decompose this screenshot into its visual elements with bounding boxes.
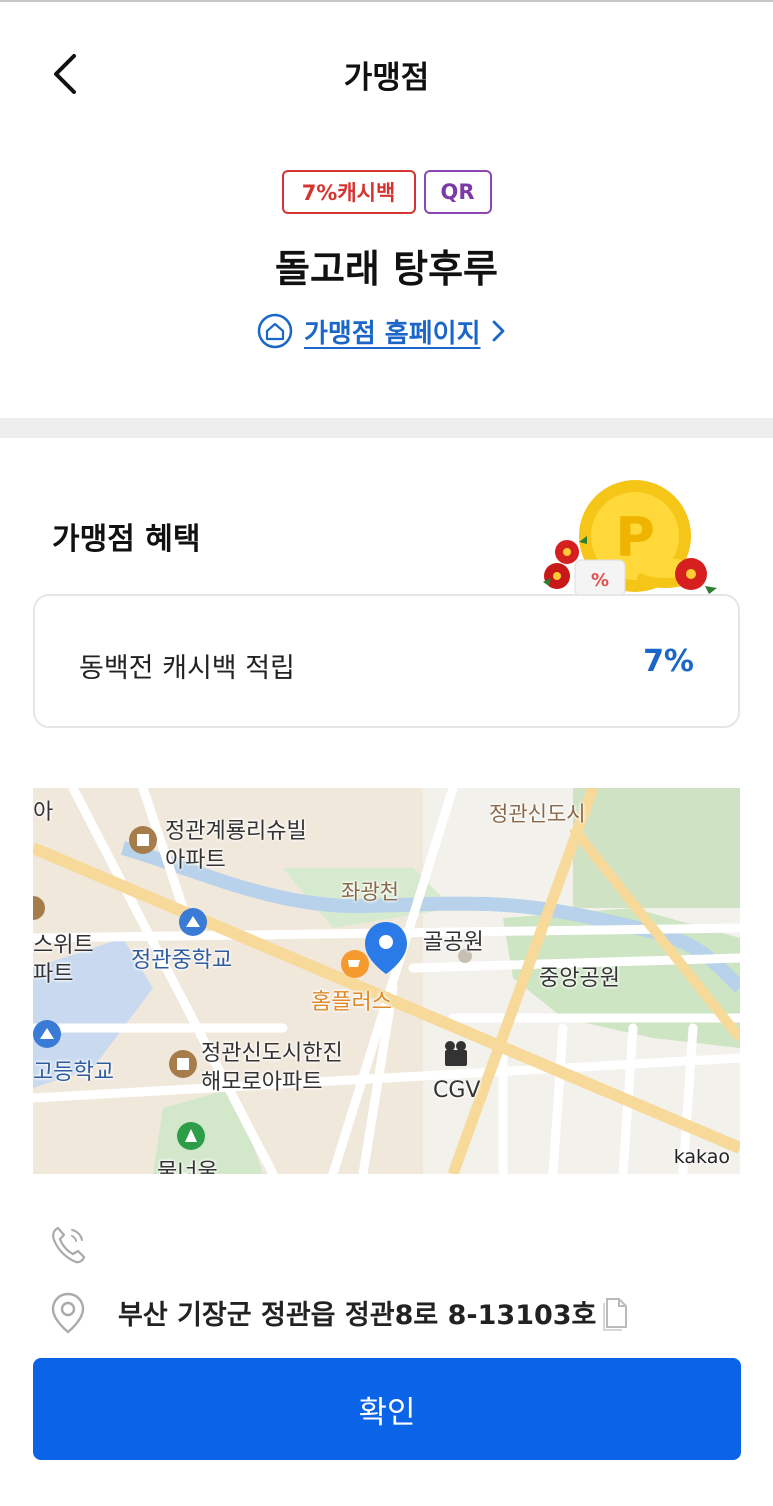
- address-text: 부산 기장군 정관읍 정관8로 8-13103호: [118, 1299, 597, 1331]
- map-provider-logo: kakao: [673, 1146, 730, 1168]
- benefits-title: 가맹점 혜택: [52, 522, 201, 557]
- svg-text:P: P: [615, 506, 655, 569]
- phone-row[interactable]: [48, 1222, 88, 1266]
- svg-text:%: %: [591, 570, 609, 591]
- map-label-apartment: 정관계룡리슈빌 아파트: [165, 819, 307, 873]
- header: 가맹점: [0, 2, 773, 122]
- copy-icon[interactable]: [602, 1293, 630, 1331]
- page-title: 가맹점: [343, 60, 430, 96]
- map-view[interactable]: 아 정관계룡리슈빌 아파트 정관신도시 좌광천 골공원 중앙공원 정관중학교 스…: [33, 788, 740, 1174]
- benefit-label: 동백전 캐시백 적립: [79, 653, 295, 684]
- homepage-link[interactable]: 가맹점 홈페이지: [256, 310, 507, 352]
- benefit-value: 7%: [643, 644, 694, 679]
- map-label-central-park: 중앙공원: [539, 966, 620, 991]
- map-label-forest: 물너울: [157, 1160, 218, 1174]
- benefit-card: 동백전 캐시백 적립 7%: [33, 594, 740, 728]
- map-label-apartment-2: 정관신도시한진 해모로아파트: [201, 1041, 343, 1095]
- map-label-edge: 아: [33, 800, 54, 825]
- chevron-right-icon: [492, 320, 504, 342]
- homepage-link-label: 가맹점 홈페이지: [304, 318, 481, 349]
- map-label-homeplus: 홈플러스: [311, 990, 392, 1015]
- qr-badge: QR: [423, 170, 492, 214]
- map-label-high-school: 고등학교: [33, 1060, 114, 1085]
- store-badges: 7%캐시백 QR: [0, 170, 773, 214]
- store-name: 돌고래 탕후루: [275, 247, 498, 291]
- map-label-cgv: CGV: [433, 1078, 481, 1103]
- cashback-badge: 7%캐시백: [281, 170, 416, 214]
- map-label-apartment-partial: 스위트 파트: [33, 933, 94, 987]
- phone-icon: [52, 1226, 86, 1264]
- address-row: 부산 기장군 정관읍 정관8로 8-13103호: [48, 1286, 630, 1338]
- map-tiles: [33, 788, 740, 1174]
- coin-illustration: P %: [543, 480, 717, 597]
- confirm-button[interactable]: 확인: [33, 1358, 741, 1460]
- home-icon: [257, 313, 293, 349]
- map-label-district: 정관신도시: [489, 802, 586, 826]
- map-label-middle-school: 정관중학교: [131, 948, 233, 973]
- section-divider: [0, 418, 773, 438]
- map-label-park-partial: 골공원: [423, 930, 484, 955]
- map-label-stream: 좌광천: [341, 880, 399, 904]
- location-pin-icon: [51, 1292, 85, 1334]
